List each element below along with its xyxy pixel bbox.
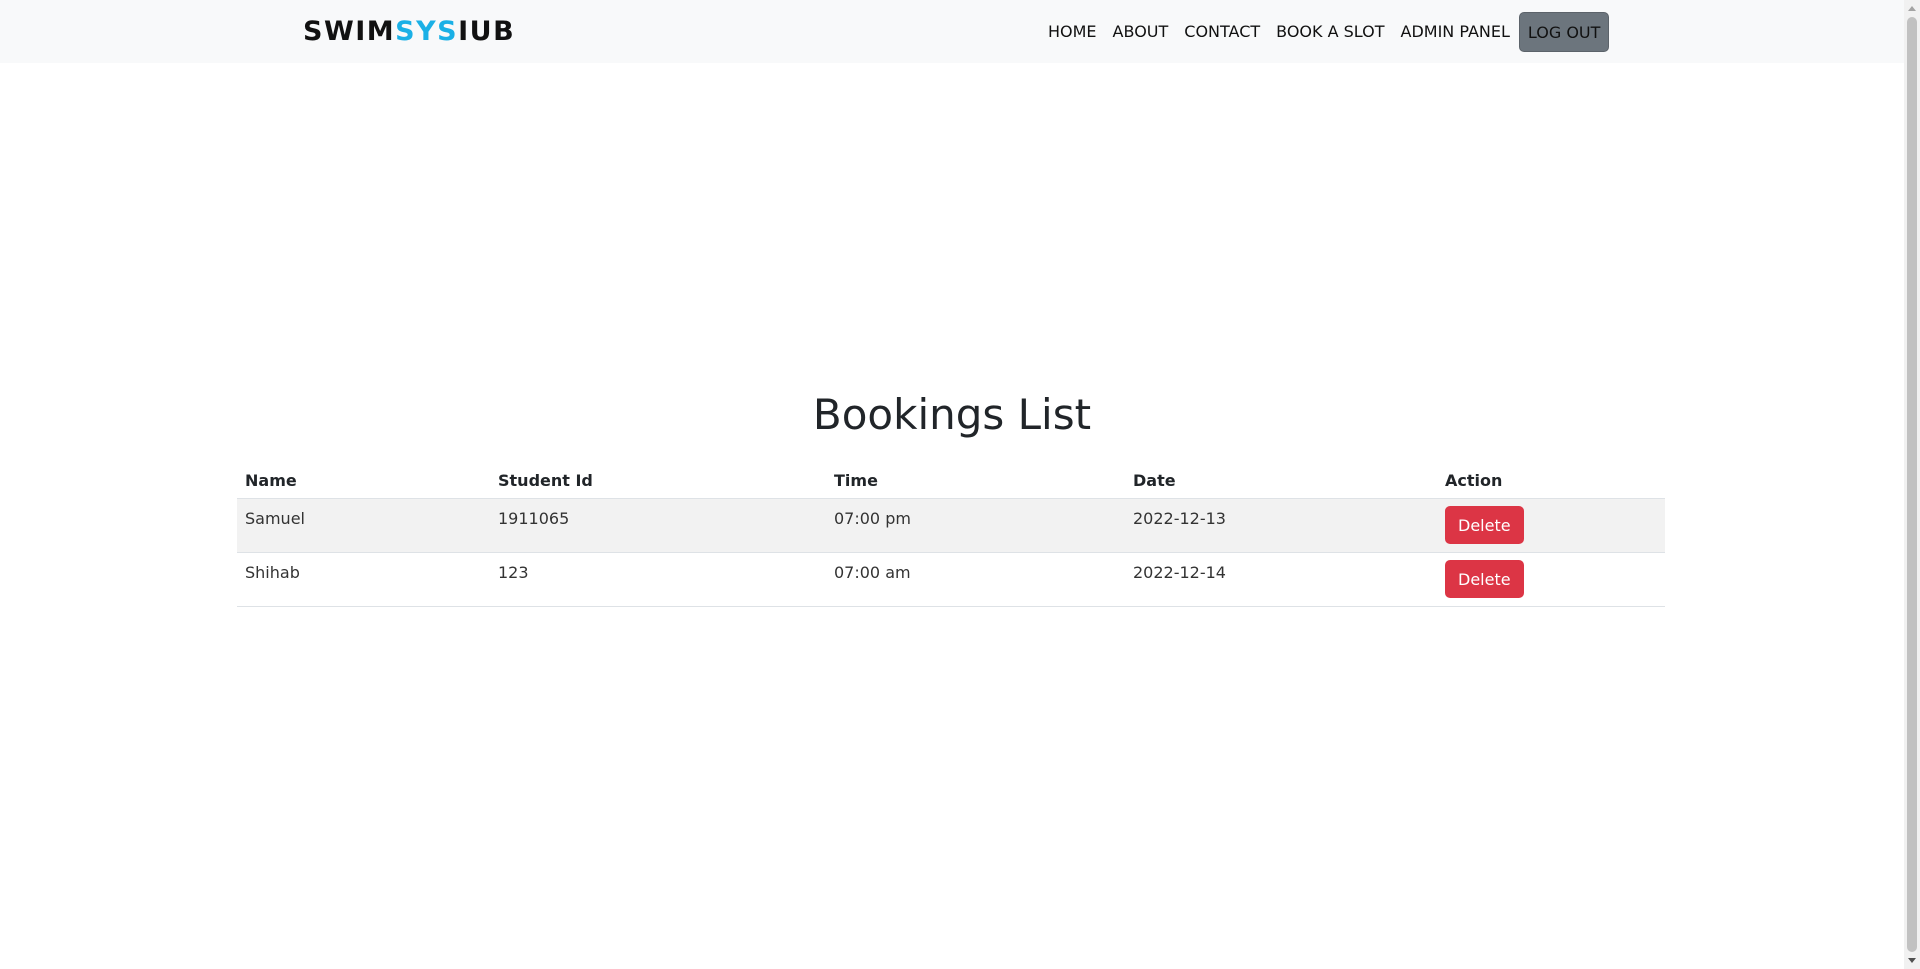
column-header-date: Date <box>1125 462 1437 499</box>
brand-logo[interactable]: SWIMSYSIUB <box>303 16 515 48</box>
navbar: SWIMSYSIUB HOME ABOUT CONTACT BOOK A SLO… <box>0 0 1904 63</box>
page: SWIMSYSIUB HOME ABOUT CONTACT BOOK A SLO… <box>0 0 1920 969</box>
cell-name: Samuel <box>237 498 490 553</box>
nav-link-admin-panel[interactable]: ADMIN PANEL <box>1393 12 1518 52</box>
cell-date: 2022-12-13 <box>1125 498 1437 553</box>
column-header-name: Name <box>237 462 490 499</box>
column-header-student-id: Student Id <box>490 462 826 499</box>
table-header-row: Name Student Id Time Date Action <box>237 462 1665 499</box>
bookings-table: Name Student Id Time Date Action Samuel … <box>237 462 1665 607</box>
cell-student-id: 1911065 <box>490 498 826 553</box>
column-header-time: Time <box>826 462 1125 499</box>
brand-part-sys: SYS <box>395 16 459 47</box>
scroll-thumb[interactable] <box>1907 17 1917 952</box>
cell-student-id: 123 <box>490 552 826 607</box>
brand-part-iub: IUB <box>458 16 516 47</box>
delete-button[interactable]: Delete <box>1445 560 1524 598</box>
table-row: Shihab 123 07:00 am 2022-12-14 Delete <box>237 552 1665 607</box>
delete-button[interactable]: Delete <box>1445 506 1524 544</box>
nav-links: HOME ABOUT CONTACT BOOK A SLOT ADMIN PAN… <box>1040 12 1610 52</box>
scroll-up-arrow-icon[interactable] <box>1908 6 1916 11</box>
column-header-action: Action <box>1437 462 1665 499</box>
page-title: Bookings List <box>812 390 1092 439</box>
cell-action: Delete <box>1437 552 1665 607</box>
scroll-down-arrow-icon[interactable] <box>1908 958 1916 963</box>
cell-action: Delete <box>1437 498 1665 553</box>
nav-link-about[interactable]: ABOUT <box>1105 12 1177 52</box>
cell-name: Shihab <box>237 552 490 607</box>
cell-time: 07:00 pm <box>826 498 1125 553</box>
cell-time: 07:00 am <box>826 552 1125 607</box>
table-row: Samuel 1911065 07:00 pm 2022-12-13 Delet… <box>237 498 1665 553</box>
nav-link-home[interactable]: HOME <box>1040 12 1105 52</box>
vertical-scrollbar[interactable] <box>1904 0 1920 969</box>
nav-link-contact[interactable]: CONTACT <box>1176 12 1268 52</box>
nav-link-book-a-slot[interactable]: BOOK A SLOT <box>1268 12 1392 52</box>
logout-button[interactable]: LOG OUT <box>1518 12 1610 52</box>
cell-date: 2022-12-14 <box>1125 552 1437 607</box>
brand-part-swim: SWIM <box>303 16 396 47</box>
